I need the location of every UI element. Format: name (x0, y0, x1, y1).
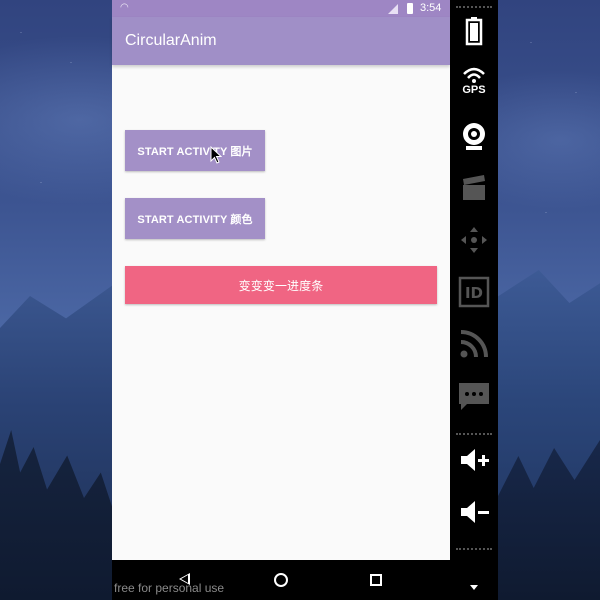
status-bar: ◠ 3:54 (112, 0, 450, 17)
wifi-icon: ◠ (120, 2, 129, 13)
star-decoration: · (575, 90, 577, 96)
star-decoration: · (70, 60, 72, 66)
battery-status-icon (407, 3, 413, 14)
camera-icon[interactable] (458, 120, 490, 152)
gps-icon[interactable] (458, 64, 490, 84)
start-activity-image-label: START ACTIVITY 图片 (137, 145, 253, 158)
start-activity-color-button[interactable]: START ACTIVITY 颜色 (125, 198, 265, 239)
signal-icon (388, 4, 398, 14)
panel-divider (456, 433, 492, 435)
app-toolbar: CircularAnim (112, 17, 450, 65)
mouse-cursor-icon (210, 146, 222, 164)
star-decoration: · (40, 180, 42, 186)
start-activity-image-button[interactable]: START ACTIVITY 图片 (125, 130, 265, 171)
home-icon[interactable] (274, 573, 288, 587)
dpad-icon[interactable] (458, 224, 490, 256)
start-activity-color-label: START ACTIVITY 颜色 (137, 213, 253, 226)
rss-icon[interactable] (458, 328, 490, 360)
video-icon[interactable] (458, 172, 490, 204)
battery-icon[interactable] (458, 14, 490, 46)
volume-down-icon[interactable] (458, 496, 490, 528)
panel-divider (456, 6, 492, 8)
progress-bar-button[interactable]: 变变变一进度条 (125, 266, 437, 304)
volume-up-icon[interactable] (458, 444, 490, 476)
svg-text:ID: ID (465, 284, 483, 302)
panel-divider (456, 548, 492, 550)
emulator-side-panel: GPS ID (450, 0, 498, 600)
recent-apps-icon[interactable] (370, 574, 382, 586)
star-decoration: · (530, 40, 532, 46)
sms-icon[interactable] (458, 380, 490, 412)
progress-bar-label: 变变变一进度条 (238, 278, 324, 293)
chevron-down-icon[interactable] (458, 582, 490, 592)
app-title: CircularAnim (125, 32, 217, 49)
watermark-text: free for personal use (114, 581, 225, 595)
status-time: 3:54 (420, 2, 442, 14)
star-decoration: · (20, 30, 22, 36)
id-icon[interactable]: ID (458, 276, 490, 308)
emulator-screen: ◠ 3:54 CircularAnim START ACTIVITY 图片 ST… (112, 0, 450, 600)
star-decoration: · (545, 210, 547, 216)
gps-label: GPS (462, 84, 486, 96)
